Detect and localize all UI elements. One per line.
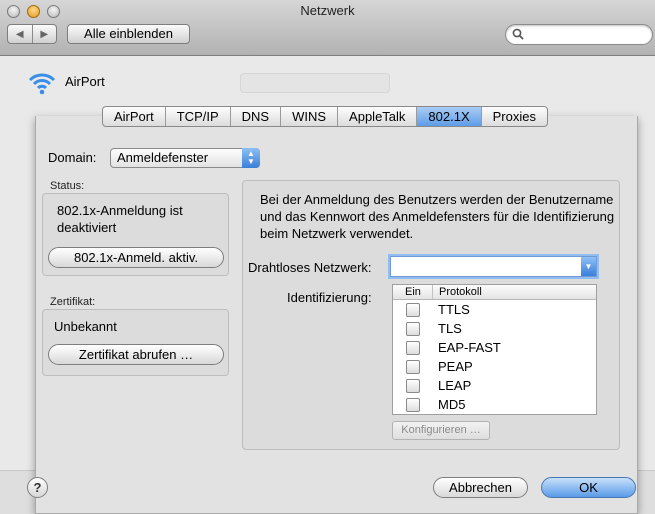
protocol-checkbox[interactable] <box>406 302 420 317</box>
chevron-down-icon[interactable]: ▼ <box>581 257 596 276</box>
certificate-status: Unbekannt <box>54 319 117 334</box>
table-header: Ein Protokoll <box>393 285 596 300</box>
wireless-network-combobox[interactable]: ▼ <box>390 256 597 277</box>
tab-proxies[interactable]: Proxies <box>480 107 547 126</box>
protocol-name: MD5 <box>438 397 466 412</box>
column-header-on[interactable]: Ein <box>393 285 433 299</box>
protocol-name: LEAP <box>438 378 472 393</box>
protocol-checkbox[interactable] <box>406 340 420 355</box>
interface-name: AirPort <box>65 74 105 89</box>
table-row: EAP-FAST <box>393 338 596 357</box>
protocol-table: Ein Protokoll TTLS TLS EAP-FAST PEAP LEA… <box>392 284 597 415</box>
search-icon <box>512 28 524 43</box>
certificate-group-label: Zertifikat: <box>50 296 96 308</box>
table-row: LEAP <box>393 376 596 395</box>
domain-popup[interactable]: Anmeldefenster ▲ ▼ <box>110 148 260 168</box>
authentication-label: Identifizierung: <box>287 290 372 305</box>
protocol-name: EAP-FAST <box>438 340 501 355</box>
tab-wins[interactable]: WINS <box>280 107 337 126</box>
table-row: TTLS <box>393 300 596 319</box>
column-header-protocol[interactable]: Protokoll <box>433 285 482 299</box>
get-certificate-button[interactable]: Zertifikat abrufen … <box>48 344 224 365</box>
table-row: MD5 <box>393 395 596 414</box>
table-row: PEAP <box>393 357 596 376</box>
status-group-label: Status: <box>50 180 85 192</box>
table-row: TLS <box>393 319 596 338</box>
location-popup-ghost <box>240 73 390 93</box>
tab-tcpip[interactable]: TCP/IP <box>164 107 230 126</box>
cancel-button[interactable]: Abbrechen <box>433 477 528 498</box>
tab-bar: AirPort TCP/IP DNS WINS AppleTalk 802.1X… <box>102 106 548 127</box>
protocol-checkbox[interactable] <box>406 359 420 374</box>
forward-arrow-icon[interactable]: ▶ <box>31 25 57 43</box>
protocol-name: TTLS <box>438 302 470 317</box>
protocol-checkbox[interactable] <box>406 378 420 393</box>
window-title: Netzwerk <box>300 3 355 18</box>
wireless-network-label: Drahtloses Netzwerk: <box>248 260 372 275</box>
status-text: 802.1x-Anmeldung ist deaktiviert <box>57 203 183 235</box>
window-toolbar: Netzwerk ◀ ▶ Alle einblenden <box>0 0 655 56</box>
popup-arrows-icon: ▲ ▼ <box>242 148 260 168</box>
help-button[interactable]: ? <box>27 477 48 498</box>
tab-8021x[interactable]: 802.1X <box>416 107 481 126</box>
airport-wifi-icon <box>28 73 56 95</box>
navigation-buttons: ◀ ▶ <box>7 24 57 44</box>
tab-dns[interactable]: DNS <box>229 107 280 126</box>
protocol-checkbox[interactable] <box>406 321 420 336</box>
protocol-name: PEAP <box>438 359 473 374</box>
search-field[interactable] <box>505 24 653 45</box>
domain-label: Domain: <box>48 150 97 165</box>
tab-airport[interactable]: AirPort <box>103 107 165 126</box>
back-arrow-icon[interactable]: ◀ <box>8 25 32 43</box>
enable-8021x-button[interactable]: 802.1x-Anmeld. aktiv. <box>48 247 224 268</box>
protocol-name: TLS <box>438 321 462 336</box>
domain-value: Anmeldefenster <box>117 150 209 165</box>
protocol-checkbox[interactable] <box>406 397 420 412</box>
ok-button[interactable]: OK <box>541 477 636 498</box>
tab-appletalk[interactable]: AppleTalk <box>337 107 416 126</box>
description-text: Bei der Anmeldung des Benutzers werden d… <box>260 192 615 241</box>
configure-button[interactable]: Konfigurieren … <box>392 421 490 440</box>
show-all-button[interactable]: Alle einblenden <box>67 24 190 44</box>
